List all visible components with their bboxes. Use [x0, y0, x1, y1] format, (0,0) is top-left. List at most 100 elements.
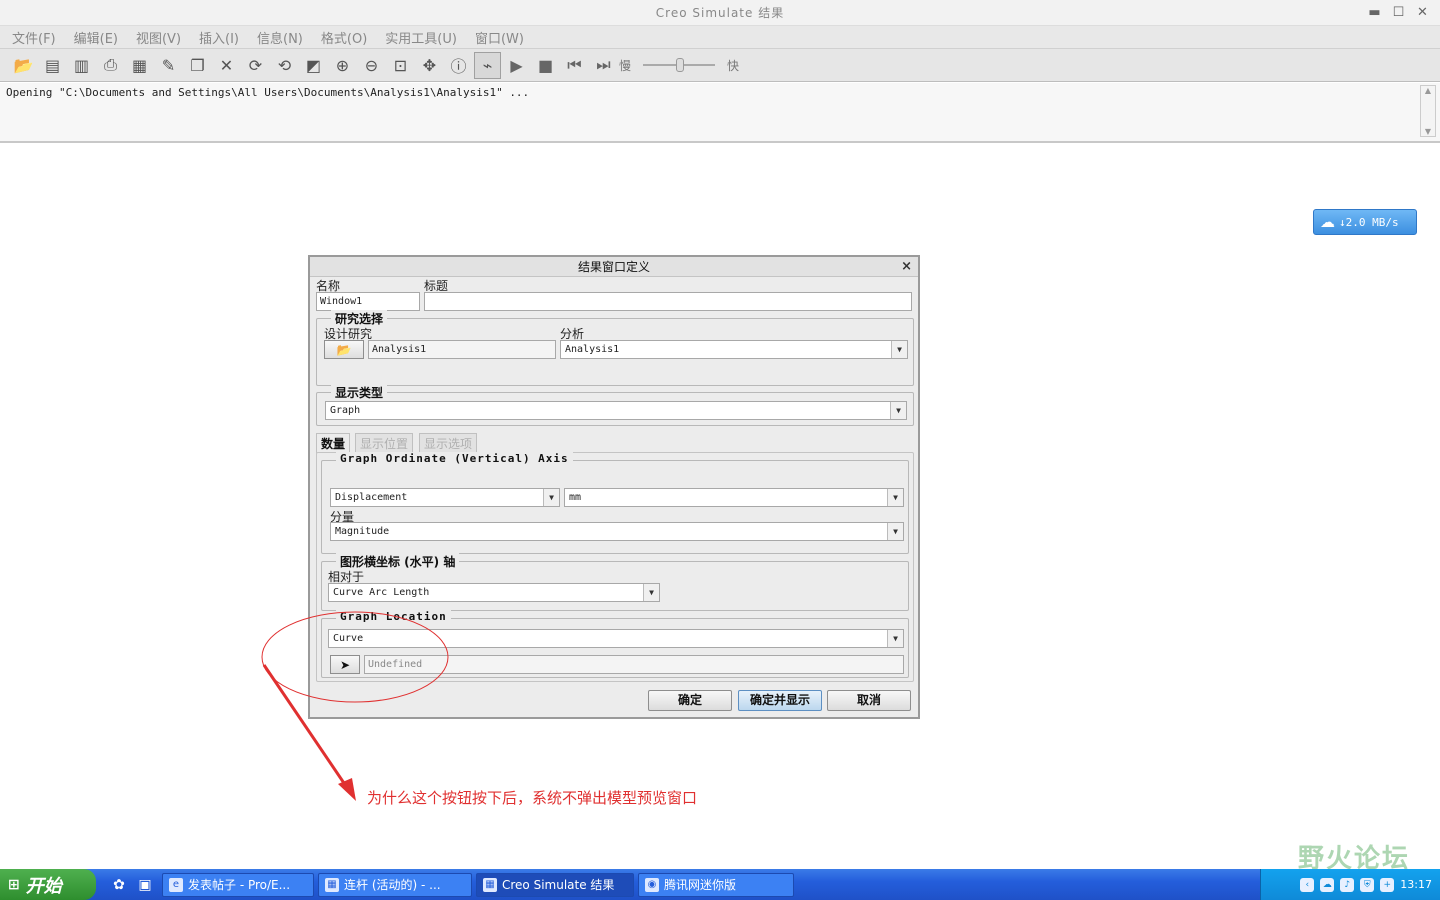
task-creo-simulate[interactable]: ▦ Creo Simulate 结果 — [476, 872, 634, 897]
tab-display-location[interactable]: 显示位置 — [355, 433, 414, 453]
fast-label: 快 — [727, 58, 740, 73]
save-copy-icon[interactable]: ▥ — [68, 52, 95, 79]
pan-icon[interactable]: ✥ — [416, 52, 443, 79]
tray-expand-icon[interactable]: ‹ — [1300, 877, 1315, 892]
close-icon[interactable]: ✕ — [1416, 0, 1430, 26]
rotate-icon[interactable]: ⟳ — [242, 52, 269, 79]
annotation-arrowhead — [338, 778, 356, 801]
task-tencent-mini[interactable]: ◉ 腾讯网迷你版 — [638, 872, 794, 897]
delete-icon[interactable]: ✕ — [213, 52, 240, 79]
zoom-in-icon[interactable]: ⊕ — [329, 52, 356, 79]
annotation-text: 为什么这个按钮按下后，系统不弹出模型预览窗口 — [367, 789, 698, 807]
rotate2-icon[interactable]: ⟲ — [271, 52, 298, 79]
tab-display-options[interactable]: 显示选项 — [419, 433, 478, 453]
chevron-down-icon[interactable]: ▼ — [891, 341, 907, 358]
system-tray: ‹ ☁ ♪ ⛨ + 13:17 — [1260, 869, 1440, 900]
play-icon[interactable]: ▶ — [503, 52, 530, 79]
menu-insert[interactable]: 插入(I) — [199, 28, 239, 47]
ordinate-axis-group: Graph Ordinate (Vertical) Axis Displacem… — [321, 452, 909, 554]
repaint-icon[interactable]: ◩ — [300, 52, 327, 79]
location-selection-field[interactable]: Undefined — [364, 655, 904, 674]
open-icon[interactable]: 📂 — [10, 52, 37, 79]
component-select[interactable]: Magnitude ▼ — [330, 522, 904, 541]
quicklaunch-ps-icon[interactable]: ▣ — [132, 872, 158, 898]
taskbar: ⊞ 开始 ✿ ▣ e 发表帖子 - Pro/E... ▦ 连杆 (活动的) - … — [0, 869, 1440, 900]
task-label: 连杆 (活动的) - ... — [344, 878, 441, 892]
tray-security-icon[interactable]: ⛨ — [1360, 877, 1375, 892]
menu-utilities[interactable]: 实用工具(U) — [385, 28, 457, 47]
analysis-select-value: Analysis1 — [565, 344, 620, 355]
menu-format[interactable]: 格式(O) — [321, 28, 367, 47]
select-location-button[interactable]: ➤ — [330, 655, 360, 674]
chevron-down-icon[interactable]: ▼ — [890, 402, 906, 419]
task-label: Creo Simulate 结果 — [502, 878, 615, 892]
quantity-select[interactable]: Displacement ▼ — [330, 488, 560, 507]
quantity-value: Displacement — [335, 492, 408, 503]
unit-value: mm — [569, 492, 582, 503]
last-frame-icon[interactable]: ⏭ — [590, 52, 617, 79]
task-link-model[interactable]: ▦ 连杆 (活动的) - ... — [318, 872, 472, 897]
title-field[interactable] — [424, 292, 912, 311]
menu-info[interactable]: 信息(N) — [257, 28, 303, 47]
chevron-down-icon[interactable]: ▼ — [887, 630, 903, 647]
ok-button[interactable]: 确定 — [648, 690, 732, 711]
clock[interactable]: 13:17 — [1400, 878, 1432, 891]
download-speed-widget[interactable]: ☁ ↓2.0 MB/s — [1313, 209, 1417, 235]
analysis-select[interactable]: Analysis1 ▼ — [560, 340, 908, 359]
task-post-topic[interactable]: e 发表帖子 - Pro/E... — [162, 872, 314, 897]
creo-icon: ▦ — [483, 877, 497, 892]
minimize-icon[interactable]: ▬ — [1368, 0, 1382, 26]
menu-edit[interactable]: 编辑(E) — [74, 28, 118, 47]
relative-to-select[interactable]: Curve Arc Length ▼ — [328, 583, 660, 602]
display-type-group: 显示类型 Graph ▼ — [316, 384, 914, 426]
chevron-down-icon[interactable]: ▼ — [543, 489, 559, 506]
curve-icon[interactable]: ⌁ — [474, 51, 501, 79]
save-icon[interactable]: ▤ — [39, 52, 66, 79]
cloud-icon: ☁ — [1320, 213, 1335, 231]
tray-volume-icon[interactable]: ♪ — [1340, 877, 1355, 892]
tray-add-icon[interactable]: + — [1380, 877, 1395, 892]
refit-icon[interactable]: ⊡ — [387, 52, 414, 79]
first-frame-icon[interactable]: ⏮ — [561, 52, 588, 79]
zoom-out-icon[interactable]: ⊖ — [358, 52, 385, 79]
ordinate-axis-title: Graph Ordinate (Vertical) Axis — [336, 452, 573, 465]
graph-location-title: Graph Location — [336, 610, 451, 623]
chevron-down-icon[interactable]: ▼ — [887, 523, 903, 540]
print-preview-icon[interactable]: ▦ — [126, 52, 153, 79]
slider-thumb[interactable] — [676, 58, 685, 72]
ok-and-show-button[interactable]: 确定并显示 — [738, 690, 822, 711]
chevron-down-icon[interactable]: ▼ — [643, 584, 659, 601]
tab-quantity[interactable]: 数量 — [316, 433, 351, 453]
copy-icon[interactable]: ❐ — [184, 52, 211, 79]
stop-icon[interactable]: ■ — [532, 52, 559, 79]
chevron-down-icon[interactable]: ▼ — [887, 489, 903, 506]
graph-location-group: Graph Location Curve ▼ ➤ Undefined — [321, 610, 909, 678]
dialog-close-icon[interactable]: × — [901, 257, 912, 277]
menu-window[interactable]: 窗口(W) — [475, 28, 524, 47]
design-study-field[interactable]: Analysis1 — [368, 340, 556, 359]
display-type-select[interactable]: Graph ▼ — [325, 401, 907, 420]
tray-network-icon[interactable]: ☁ — [1320, 877, 1335, 892]
scroll-up-icon[interactable]: ▲ — [1425, 86, 1431, 95]
open-study-button[interactable]: 📂 — [324, 340, 364, 359]
ie-icon: e — [169, 877, 183, 892]
speed-slider[interactable] — [639, 55, 719, 75]
maximize-icon[interactable]: ☐ — [1392, 0, 1406, 26]
menu-file[interactable]: 文件(F) — [12, 28, 56, 47]
window-titlebar: Creo Simulate 结果 ▬ ☐ ✕ — [0, 0, 1440, 26]
name-field[interactable]: Window1 — [316, 292, 420, 311]
menubar: 文件(F) 编辑(E) 视图(V) 插入(I) 信息(N) 格式(O) 实用工具… — [0, 26, 1440, 48]
scroll-down-icon[interactable]: ▼ — [1425, 127, 1431, 136]
cancel-button[interactable]: 取消 — [827, 690, 911, 711]
print-icon[interactable]: ⎙ — [97, 52, 124, 79]
menu-view[interactable]: 视图(V) — [136, 28, 181, 47]
unit-select[interactable]: mm ▼ — [564, 488, 904, 507]
quicklaunch-app-icon[interactable]: ✿ — [106, 872, 132, 898]
message-scrollbar[interactable]: ▲ ▼ — [1420, 85, 1436, 137]
component-value: Magnitude — [335, 526, 390, 537]
start-button[interactable]: ⊞ 开始 — [0, 869, 96, 900]
info-icon[interactable]: ⓘ — [445, 52, 472, 79]
edit-icon[interactable]: ✎ — [155, 52, 182, 79]
location-type-select[interactable]: Curve ▼ — [328, 629, 904, 648]
creo-icon: ▦ — [325, 877, 339, 892]
